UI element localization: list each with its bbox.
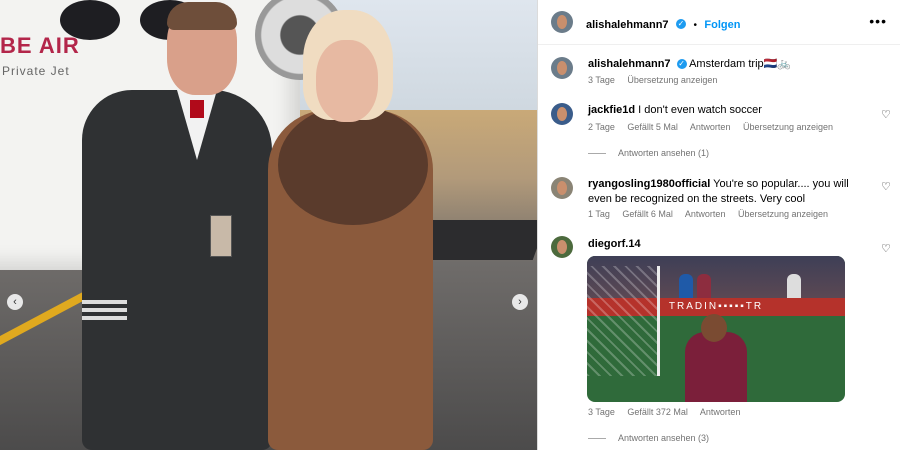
comment-likes[interactable]: Gefällt 372 Mal: [627, 407, 688, 417]
pilot-coat: [82, 90, 272, 450]
goal-net: [587, 266, 660, 376]
airline-subtitle: Private Jet: [2, 64, 70, 78]
sleeve-stripe: [82, 308, 127, 312]
previous-image-button[interactable]: ‹: [7, 294, 23, 310]
view-replies[interactable]: Antworten ansehen (3): [588, 433, 709, 443]
woman-figure: [268, 10, 438, 450]
comment-meta: 3 Tage Gefällt 372 Mal Antworten: [588, 407, 750, 417]
airline-logo: BE AIR: [0, 33, 80, 58]
comment: ryangosling1980official You're so popula…: [538, 175, 900, 225]
avatar[interactable]: [551, 177, 573, 199]
separator: •: [693, 20, 697, 31]
translate-link[interactable]: Übersetzung anzeigen: [743, 122, 833, 132]
comment-username[interactable]: jackfie1d: [588, 104, 635, 116]
comment-likes[interactable]: Gefällt 6 Mal: [622, 209, 673, 219]
avatar[interactable]: [551, 11, 573, 33]
translate-link[interactable]: Übersetzung anzeigen: [738, 209, 828, 219]
caption-time[interactable]: 3 Tage: [588, 75, 615, 85]
post-image[interactable]: BE AIR Private Jet ‹ ›: [0, 0, 537, 450]
verified-icon: ✓: [676, 18, 686, 29]
follow-button[interactable]: Folgen: [704, 19, 740, 31]
fur-collar: [278, 105, 428, 225]
heart-icon[interactable]: ♡: [881, 182, 891, 193]
caption-translate-link[interactable]: Übersetzung anzeigen: [627, 75, 717, 85]
replies-line: [588, 153, 606, 155]
header-user: alishalehmann7 ✓ • Folgen: [586, 15, 740, 33]
caption-text: Amsterdam trip🇳🇱🚲: [689, 58, 792, 70]
comment-time[interactable]: 3 Tage: [588, 407, 615, 417]
comment-text-line: jackfie1d I don't even watch soccer: [588, 103, 865, 118]
comment-meta: 1 Tag Gefällt 6 Mal Antworten Übersetzun…: [588, 209, 838, 219]
pilot-tie: [190, 100, 204, 118]
replies-line: [588, 438, 606, 440]
view-replies-label: Antworten ansehen (1): [618, 148, 710, 158]
next-image-button[interactable]: ›: [512, 294, 528, 310]
woman-face: [316, 40, 378, 122]
view-replies-label: Antworten ansehen (3): [618, 433, 710, 443]
comment-text-line: ryangosling1980official You're so popula…: [588, 177, 865, 207]
player-head: [701, 314, 727, 342]
comment-time[interactable]: 1 Tag: [588, 209, 610, 219]
comment-likes[interactable]: Gefällt 5 Mal: [627, 122, 678, 132]
comment-text: I don't even watch soccer: [638, 104, 762, 116]
pilot-badge: [210, 215, 232, 257]
avatar[interactable]: [551, 103, 573, 125]
comment-text-line: diegorf.14: [588, 237, 865, 252]
avatar[interactable]: [551, 236, 573, 258]
sleeve-stripe: [82, 316, 127, 320]
reply-button[interactable]: Antworten: [685, 209, 726, 219]
comment: jackfie1d I don't even watch soccer ♡ 2 …: [538, 101, 900, 161]
sleeve-stripe: [82, 300, 127, 304]
comment-username[interactable]: diegorf.14: [588, 238, 641, 250]
caption-text-line: alishalehmann7 ✓ Amsterdam trip🇳🇱🚲: [588, 57, 865, 72]
caption-username[interactable]: alishalehmann7: [588, 58, 671, 70]
celebrating-player: [685, 332, 747, 402]
caption: alishalehmann7 ✓ Amsterdam trip🇳🇱🚲 3 Tag…: [538, 55, 900, 95]
heart-icon[interactable]: ♡: [881, 110, 891, 121]
verified-icon: ✓: [676, 59, 687, 70]
reply-button[interactable]: Antworten: [700, 407, 741, 417]
pilot-figure: [82, 2, 282, 450]
pilot-hair: [167, 2, 237, 30]
comment-username[interactable]: ryangosling1980official: [588, 178, 710, 190]
post-header: alishalehmann7 ✓ • Folgen •••: [538, 0, 900, 45]
more-options-icon[interactable]: •••: [869, 13, 887, 29]
caption-meta: 3 Tage Übersetzung anzeigen: [588, 75, 727, 85]
reply-button[interactable]: Antworten: [690, 122, 731, 132]
comment-image[interactable]: TRADIN▪▪▪▪▪TR: [587, 256, 845, 402]
view-replies[interactable]: Antworten ansehen (1): [588, 148, 709, 158]
avatar[interactable]: [551, 57, 573, 79]
comment-time[interactable]: 2 Tage: [588, 122, 615, 132]
heart-icon[interactable]: ♡: [881, 244, 891, 255]
header-username[interactable]: alishalehmann7: [586, 19, 669, 31]
comment-meta: 2 Tage Gefällt 5 Mal Antworten Übersetzu…: [588, 122, 843, 132]
